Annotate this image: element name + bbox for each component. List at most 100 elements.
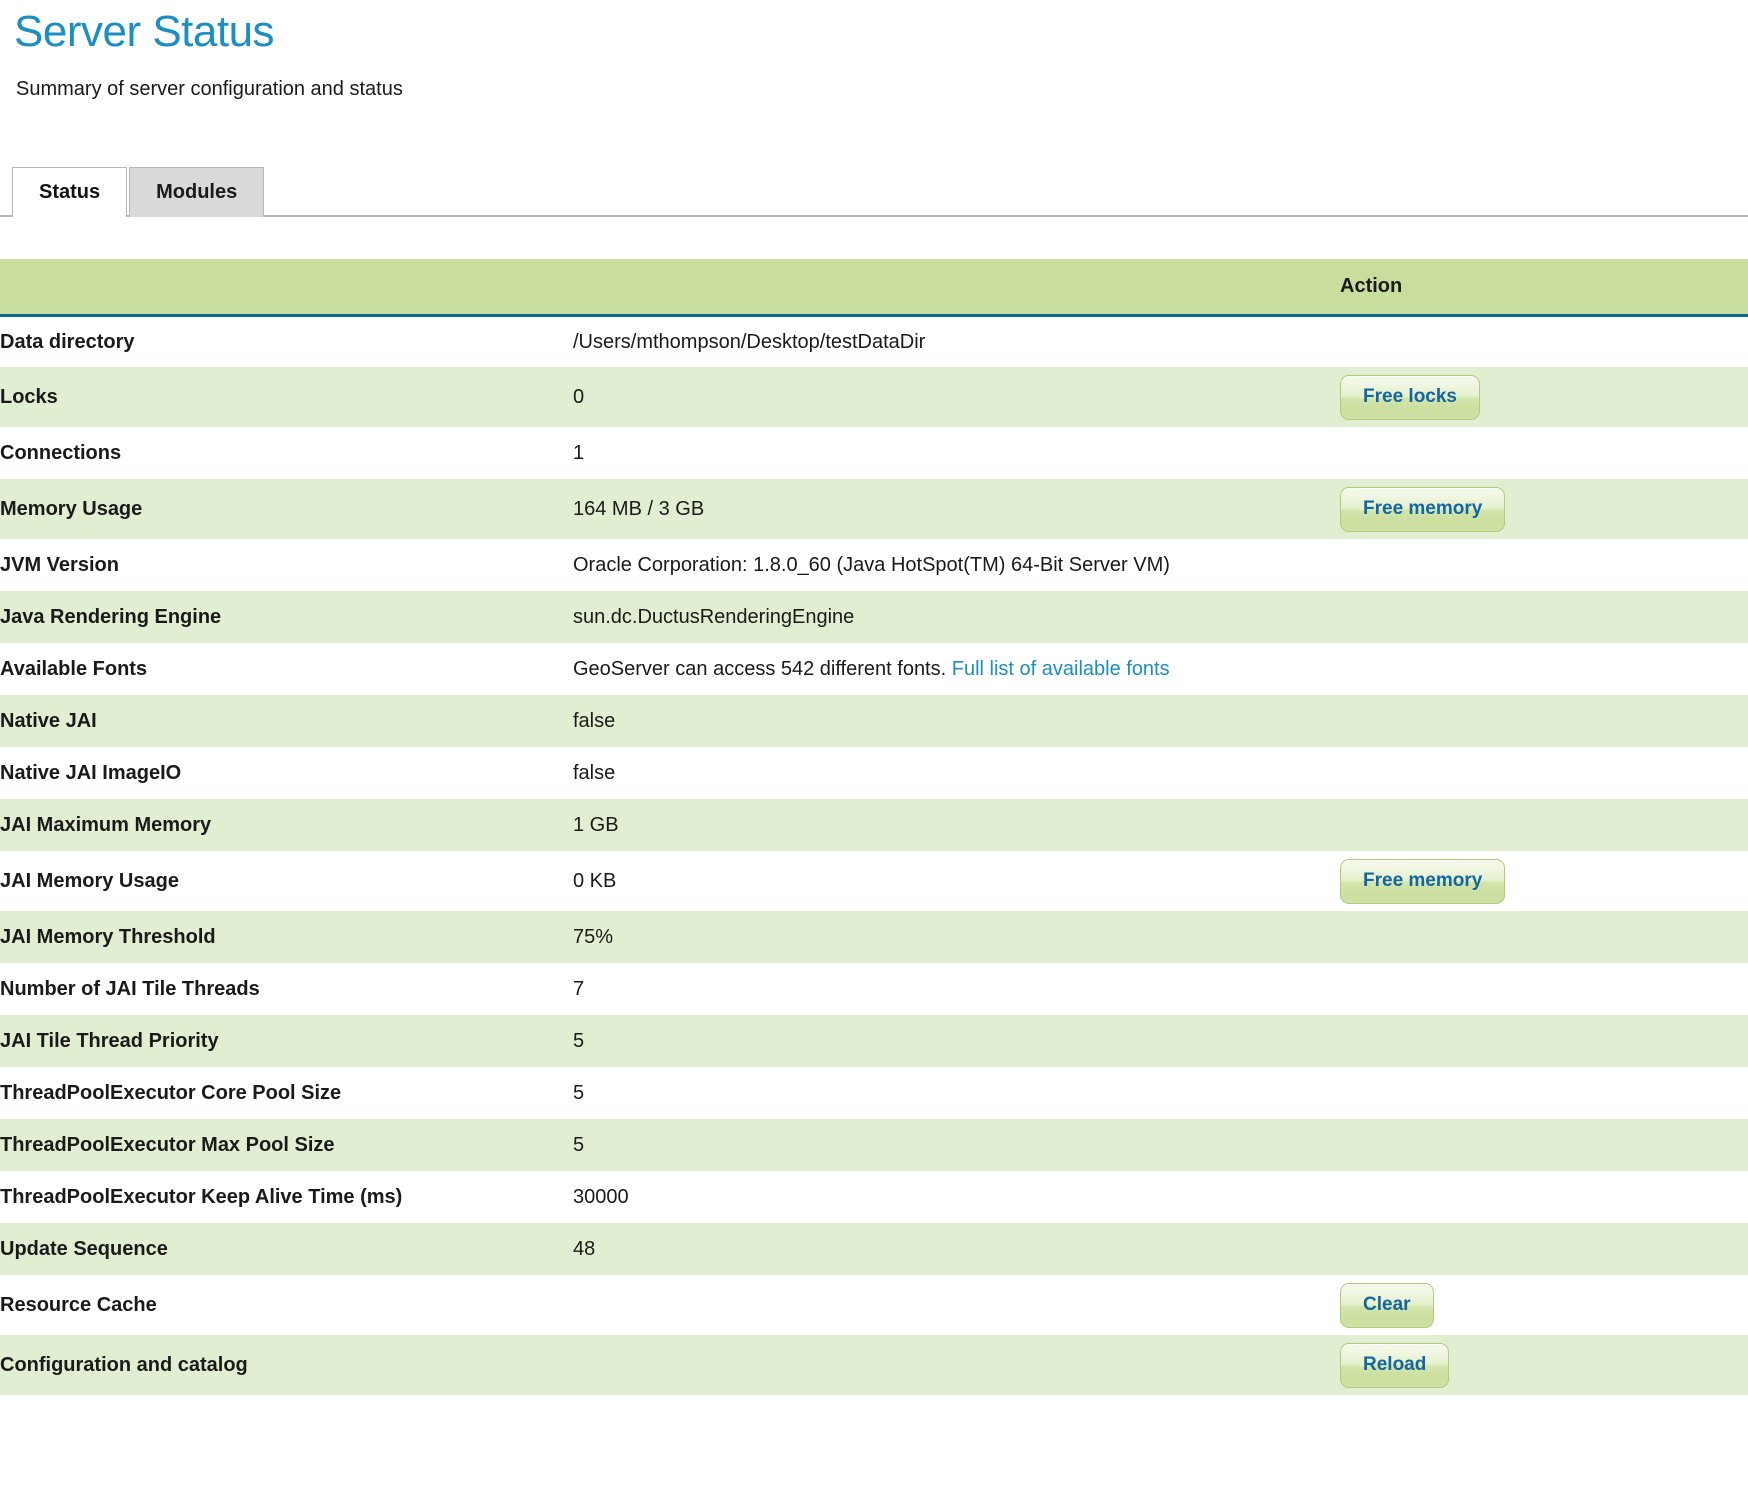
row-value (573, 1335, 1340, 1396)
row-value: 7 (573, 963, 1340, 1016)
row-value: 48 (573, 1223, 1340, 1276)
row-action (1340, 1015, 1748, 1068)
row-action (1340, 1119, 1748, 1172)
row-label: Memory Usage (0, 479, 573, 540)
row-action (1340, 1223, 1748, 1276)
row-action: Free locks (1340, 367, 1748, 428)
table-row: JAI Maximum Memory 1 GB (0, 799, 1748, 852)
table-row: Native JAI ImageIO false (0, 747, 1748, 800)
row-value: 75% (573, 911, 1340, 964)
row-label: Resource Cache (0, 1275, 573, 1336)
row-action (1340, 911, 1748, 964)
table-row: Java Rendering Engine sun.dc.DuctusRender… (0, 591, 1748, 644)
row-action (1340, 695, 1748, 748)
row-value: GeoServer can access 542 different fonts… (573, 643, 1340, 696)
table-row: Connections 1 (0, 427, 1748, 480)
row-label: JVM Version (0, 539, 573, 592)
column-header-property (0, 259, 573, 317)
row-label: JAI Memory Usage (0, 851, 573, 912)
row-action (1340, 747, 1748, 800)
row-label: Locks (0, 367, 573, 428)
row-value: 5 (573, 1067, 1340, 1120)
table-row: ThreadPoolExecutor Max Pool Size 5 (0, 1119, 1748, 1172)
row-value: 1 GB (573, 799, 1340, 852)
row-label: JAI Tile Thread Priority (0, 1015, 573, 1068)
table-body: Data directory/Users/mthompson/Desktop/t… (0, 315, 1748, 1396)
row-action (1340, 1067, 1748, 1120)
free-memory-button[interactable]: Free memory (1340, 858, 1506, 904)
tab-status[interactable]: Status (12, 167, 128, 220)
row-action (1340, 591, 1748, 644)
table-row: Native JAI false (0, 695, 1748, 748)
row-action: Clear (1340, 1275, 1748, 1336)
row-value-text: GeoServer can access 542 different fonts… (573, 657, 952, 680)
row-value: false (573, 695, 1340, 748)
row-action: Free memory (1340, 479, 1748, 540)
row-action (1340, 539, 1748, 592)
page-title: Server Status (14, 7, 275, 56)
tab-label: Status (39, 181, 101, 204)
table-row: Available Fonts GeoServer can access 542 … (0, 643, 1748, 696)
row-value: false (573, 747, 1340, 800)
page-subtitle: Summary of server configuration and stat… (16, 78, 403, 101)
table-row: JAI Memory Threshold 75% (0, 911, 1748, 964)
row-action (1340, 643, 1748, 696)
table-row: Locks 0 Free locks (0, 367, 1748, 428)
row-action (1340, 799, 1748, 852)
row-label: ThreadPoolExecutor Max Pool Size (0, 1119, 573, 1172)
free-locks-button[interactable]: Free locks (1340, 374, 1480, 420)
table-row: Configuration and catalog Reload (0, 1335, 1748, 1396)
free-memory-button[interactable]: Free memory (1340, 486, 1506, 532)
tab-label: Modules (156, 181, 238, 204)
clear-button[interactable]: Clear (1340, 1282, 1434, 1328)
table-row: Number of JAI Tile Threads 7 (0, 963, 1748, 1016)
row-value: 5 (573, 1119, 1340, 1172)
table-row: JAI Tile Thread Priority 5 (0, 1015, 1748, 1068)
row-label: Connections (0, 427, 573, 480)
row-label: Update Sequence (0, 1223, 573, 1276)
row-label: Native JAI (0, 695, 573, 748)
row-value: 5 (573, 1015, 1340, 1068)
row-value: sun.dc.DuctusRenderingEngine (573, 591, 1340, 644)
row-label: Data directory (0, 315, 573, 368)
row-label: Native JAI ImageIO (0, 747, 573, 800)
row-value: Oracle Corporation: 1.8.0_60 (Java HotSp… (573, 539, 1340, 592)
table-row: Data directory/Users/mthompson/Desktop/t… (0, 315, 1748, 368)
row-label: ThreadPoolExecutor Core Pool Size (0, 1067, 573, 1120)
table-row: Memory Usage 164 MB / 3 GB Free memory (0, 479, 1748, 540)
table-row: ThreadPoolExecutor Keep Alive Time (ms) 3… (0, 1171, 1748, 1224)
row-action (1340, 427, 1748, 480)
table-row: JVM Version Oracle Corporation: 1.8.0_60 … (0, 539, 1748, 592)
row-value: 0 KB (573, 851, 1340, 912)
row-label: JAI Maximum Memory (0, 799, 573, 852)
row-value: 0 (573, 367, 1340, 428)
server-status-table: Action Data directory/Users/mthompson/De… (0, 259, 1748, 1396)
row-value: 164 MB / 3 GB (573, 479, 1340, 540)
tab-bar: Status Modules (0, 163, 1748, 220)
row-action (1340, 315, 1748, 368)
row-action (1340, 1171, 1748, 1224)
tab-modules[interactable]: Modules (129, 167, 265, 218)
row-label: JAI Memory Threshold (0, 911, 573, 964)
row-action: Reload (1340, 1335, 1748, 1396)
table-row: ThreadPoolExecutor Core Pool Size 5 (0, 1067, 1748, 1120)
row-label: Number of JAI Tile Threads (0, 963, 573, 1016)
available-fonts-link[interactable]: Full list of available fonts (952, 658, 1170, 680)
row-action (1340, 963, 1748, 1016)
row-label: ThreadPoolExecutor Keep Alive Time (ms) (0, 1171, 573, 1224)
table-row: Resource Cache Clear (0, 1275, 1748, 1336)
row-value: 1 (573, 427, 1340, 480)
row-value (573, 1275, 1340, 1336)
row-label: Configuration and catalog (0, 1335, 573, 1396)
column-header-action: Action (1340, 259, 1748, 317)
table-row: Update Sequence 48 (0, 1223, 1748, 1276)
row-value: 30000 (573, 1171, 1340, 1224)
row-label: Available Fonts (0, 643, 573, 696)
table-row: JAI Memory Usage 0 KB Free memory (0, 851, 1748, 912)
server-status-page: Server Status Summary of server configur… (0, 0, 1748, 1396)
table-header-row: Action (0, 259, 1748, 317)
tab-list: Status Modules (12, 163, 1748, 220)
row-label: Java Rendering Engine (0, 591, 573, 644)
table-header: Action (0, 259, 1748, 317)
reload-button[interactable]: Reload (1340, 1342, 1450, 1388)
